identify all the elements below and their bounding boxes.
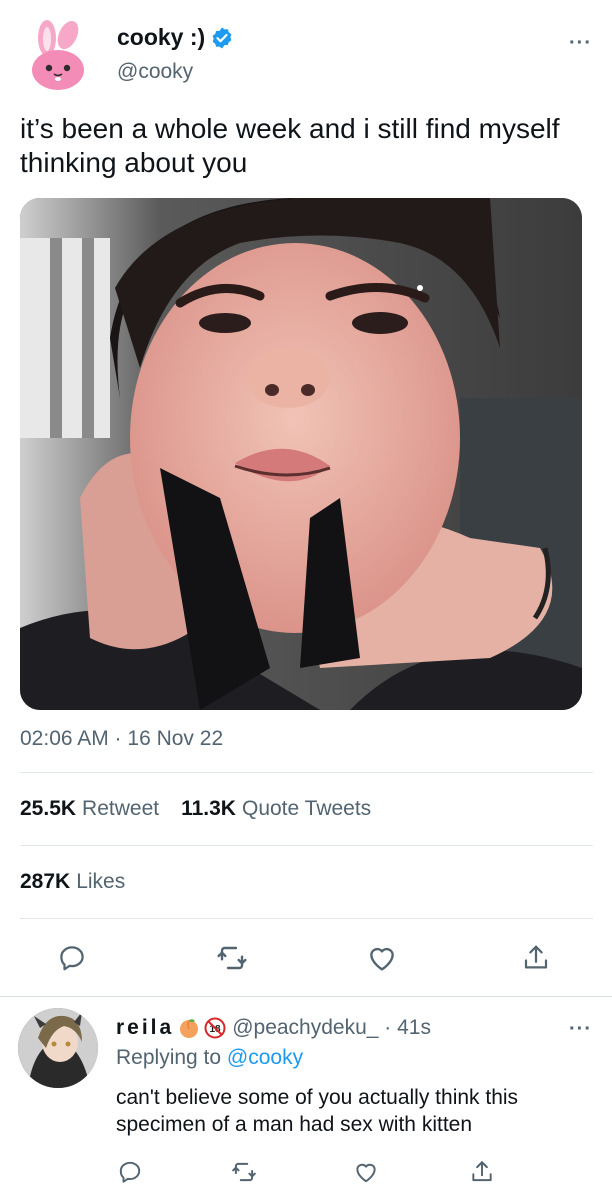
retweet-icon[interactable] [214,940,250,976]
like-icon[interactable] [364,940,400,976]
retweet-stats-row: 25.5K Retweet 11.3K Quote Tweets [20,797,371,821]
no-under-18-emoji-icon: 18 [204,1017,226,1039]
bunny-avatar-icon [20,18,96,94]
retweets-stat[interactable]: 25.5K Retweet [20,797,159,821]
retweets-label: Retweet [82,797,160,820]
replying-to: Replying to @cooky [116,1046,303,1070]
replying-to-prefix: Replying to [116,1046,222,1069]
author-name-row: cooky :) [117,24,234,51]
author-handle[interactable]: @cooky [117,60,193,84]
reply-share-icon[interactable] [468,1158,496,1186]
verified-badge-icon [212,27,232,48]
reply-icon[interactable] [54,940,90,976]
more-options-icon[interactable]: ··· [569,32,592,55]
share-icon[interactable] [518,940,554,976]
likes-count: 287K [20,870,71,893]
replying-to-handle-link[interactable]: @cooky [227,1046,303,1069]
retweets-count: 25.5K [20,797,77,820]
reply-text: can't believe some of you actually think… [116,1086,519,1136]
divider [20,918,593,919]
quotes-stat[interactable]: 11.3K Quote Tweets [181,797,371,821]
likes-label: Likes [76,870,126,893]
tweet-action-bar [20,940,592,980]
reply-tweet[interactable]: reila 18 @peachydeku_ · 41s ··· Replying… [0,1000,612,1200]
reply-handle-time[interactable]: @peachydeku_ · 41s [232,1016,431,1040]
reply-header: reila 18 @peachydeku_ · 41s [116,1016,431,1040]
tweet-photo[interactable] [20,198,582,710]
likes-stat[interactable]: 287K Likes [20,870,125,894]
quotes-count: 11.3K [181,797,236,820]
quotes-label: Quote Tweets [241,797,372,820]
peach-emoji-icon [180,1019,199,1038]
reply-avatar[interactable] [18,1008,98,1088]
tweet-timestamp[interactable]: 02:06 AM · 16 Nov 22 [20,727,223,751]
reply-like-icon[interactable] [352,1158,380,1186]
anime-avatar-icon [18,1008,98,1088]
avatar[interactable] [20,18,96,94]
tweet-text: it’s been a whole week and i still find … [20,113,560,178]
author-name[interactable]: cooky :) [117,24,205,51]
reply-action-bar [116,1158,586,1188]
reply-author-name[interactable]: reila [116,1016,174,1040]
divider [20,772,593,773]
photo-image [20,198,582,710]
section-divider [0,996,612,997]
reply-retweet-icon[interactable] [230,1158,258,1186]
reply-reply-icon[interactable] [116,1158,144,1186]
reply-more-options-icon[interactable]: ··· [569,1018,592,1041]
tweet-header: cooky :) @cooky ··· [20,14,592,94]
divider [20,845,593,846]
